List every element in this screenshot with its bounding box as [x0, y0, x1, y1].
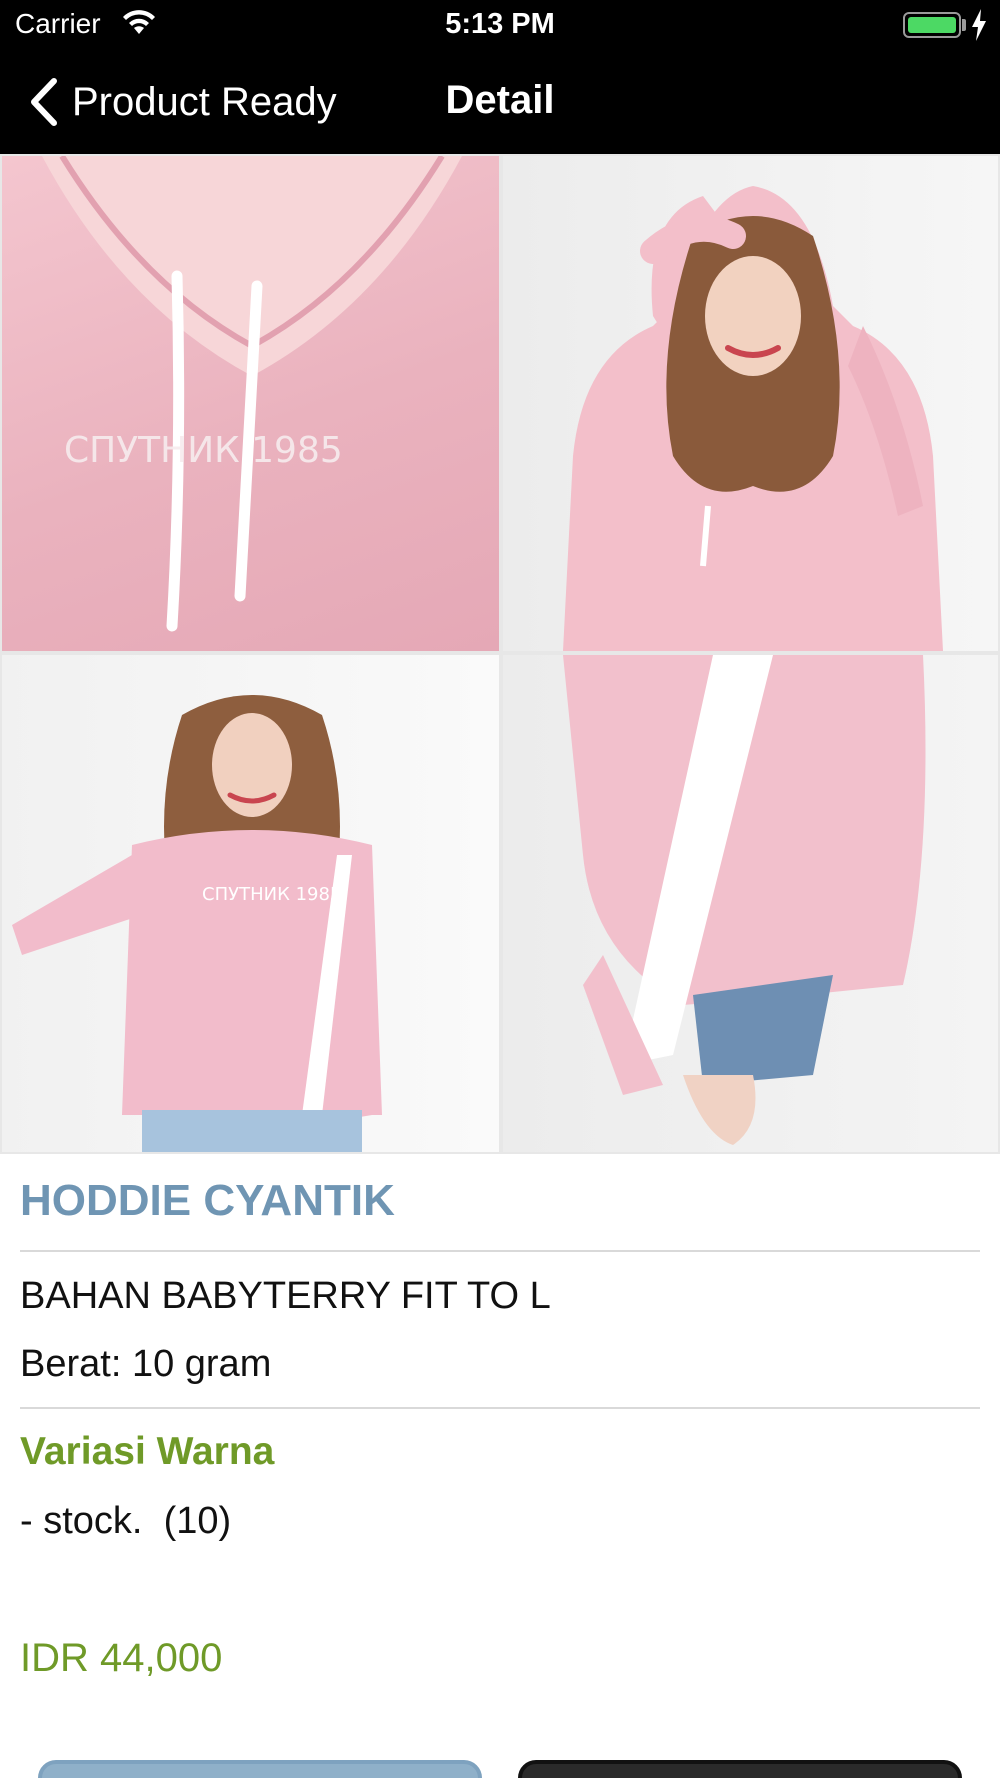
status-bar: Carrier 5:13 PM	[0, 0, 1000, 50]
product-description: BAHAN BABYTERRY FIT TO L	[20, 1275, 551, 1317]
hoodie-closeup-illustration: СПУТНИК 1985	[42, 156, 462, 632]
product-name: HODDIE CYANTIK	[20, 1176, 395, 1225]
product-image-gallery[interactable]: СПУТНИК 1985 СПУТНИК 1985	[0, 154, 1000, 1154]
hoodie-print-text: СПУТНИК 1985	[64, 430, 343, 471]
product-photo-1[interactable]: СПУТНИК 1985	[2, 156, 499, 651]
svg-text:СПУТНИК 1985: СПУТНИК 1985	[202, 884, 341, 905]
product-photo-3[interactable]: СПУТНИК 1985	[2, 655, 499, 1152]
color-variation-heading: Variasi Warna	[20, 1430, 275, 1473]
battery-icon	[903, 12, 961, 38]
divider	[20, 1407, 980, 1409]
status-time: 5:13 PM	[445, 8, 555, 40]
hoodie-side-illustration	[563, 655, 926, 1145]
model-hood-illustration	[563, 186, 943, 651]
product-price: IDR 44,000	[20, 1636, 223, 1680]
divider	[20, 1250, 980, 1252]
page-title: Detail	[445, 78, 555, 122]
secondary-action-button[interactable]	[518, 1760, 962, 1778]
product-weight: Berat: 10 gram	[20, 1343, 272, 1385]
stock-line[interactable]: - stock. (10)	[20, 1500, 231, 1543]
battery-tip	[962, 19, 966, 31]
model-front-illustration: СПУТНИК 1985	[12, 695, 382, 1152]
navigation-bar: Product Ready Detail	[0, 60, 1000, 144]
primary-action-button[interactable]	[38, 1760, 482, 1778]
product-photo-4[interactable]	[503, 655, 998, 1152]
charging-bolt-icon	[972, 9, 986, 41]
product-photo-2[interactable]	[503, 156, 998, 651]
top-bar: Carrier 5:13 PM Product Ready Detail	[0, 0, 1000, 154]
